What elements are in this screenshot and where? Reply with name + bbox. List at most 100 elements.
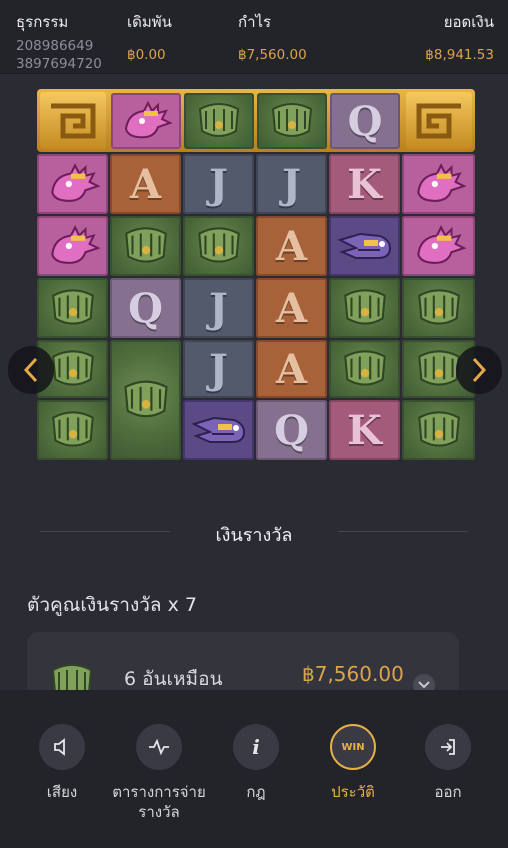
symbol-totem (110, 216, 181, 276)
game-history-screen: ธุรกรรม 208986649 3897694720 เดิมพัน ฿0.… (0, 0, 508, 848)
totem-mask-icon (343, 350, 386, 386)
symbol-label: K (347, 406, 382, 454)
nav-sound[interactable]: เสียง (12, 724, 112, 802)
quetzal-head-icon (124, 100, 173, 139)
next-spin-button[interactable] (456, 346, 502, 394)
serpent-head-icon (336, 232, 391, 259)
totem-mask-icon (197, 227, 240, 263)
previous-spin-button[interactable] (8, 346, 54, 394)
symbol-quetzal (37, 216, 108, 276)
symbol-letter-j: J (183, 278, 254, 338)
symbol-label: A (275, 345, 308, 393)
symbol-label: K (347, 160, 382, 208)
prize-title: เงินรางวัล (215, 525, 293, 546)
nav-label: ตารางการจ่าย รางวัล (112, 783, 206, 821)
info-icon: i (233, 724, 279, 770)
nav-label: ออก (434, 783, 462, 801)
symbol-letter-k: K (329, 400, 400, 460)
serpent-head-icon (190, 416, 245, 443)
symbol-letter-j: J (256, 154, 327, 214)
quetzal-head-icon (50, 225, 101, 264)
transaction-label: ธุรกรรม (16, 13, 69, 31)
nav-history[interactable]: WIN ประวัติ (303, 724, 403, 802)
symbol-letter-q: Q (256, 400, 327, 460)
symbol-label: J (209, 160, 228, 208)
symbol-label: A (275, 222, 308, 270)
symbol-letter-k: K (329, 154, 400, 214)
chevron-left-icon (23, 357, 38, 383)
chevron-right-icon (472, 357, 487, 383)
symbol-totem (402, 400, 475, 460)
symbol-letter-a: A (256, 216, 327, 276)
transaction-header: ธุรกรรม 208986649 3897694720 เดิมพัน ฿0.… (0, 0, 508, 74)
totem-mask-icon (198, 103, 240, 137)
symbol-letter-a: A (256, 278, 327, 338)
symbol-letter-a: A (256, 340, 327, 398)
profit-column: กำไร ฿7,560.00 (238, 10, 307, 63)
profit-value: ฿7,560.00 (238, 47, 307, 63)
symbol-label: A (129, 160, 162, 208)
symbol-serpent (183, 400, 254, 460)
prize-multiplier: ตัวคูณเงินรางวัล x 7 (27, 594, 197, 616)
right-meander-ornament-icon (406, 92, 472, 149)
nav-rules[interactable]: i กฎ (206, 724, 306, 802)
totem-mask-icon (51, 289, 94, 325)
nav-label: กฎ (246, 783, 266, 801)
nav-exit[interactable]: ออก (398, 724, 498, 802)
transaction-id-2: 3897694720 (16, 56, 102, 72)
totem-mask-icon (417, 289, 460, 325)
chevron-down-icon (418, 681, 430, 689)
totem-mask-icon (51, 350, 94, 386)
symbol-totem (402, 278, 475, 338)
totem-mask-icon (124, 227, 167, 263)
profit-label: กำไร (238, 13, 272, 31)
symbol-label: Q (347, 97, 383, 145)
totem-mask-icon (271, 103, 313, 137)
paytable-icon (136, 724, 182, 770)
balance-value: ฿8,941.53 (425, 47, 494, 63)
nav-label: ประวัติ (331, 783, 375, 801)
symbol-totem (329, 340, 400, 398)
win-icon-text: WIN (341, 741, 365, 753)
symbol-totem-tall (110, 340, 181, 460)
symbol-quetzal (111, 93, 181, 149)
symbol-label: J (209, 345, 228, 393)
bet-label: เดิมพัน (127, 13, 172, 31)
win-amount: ฿7,560.00 (302, 662, 404, 686)
balance-label: ยอดเงิน (443, 13, 494, 31)
symbol-totem (183, 216, 254, 276)
symbol-label: J (282, 160, 301, 208)
symbol-label: J (209, 284, 228, 332)
symbol-letter-j: J (183, 340, 254, 398)
bottom-navigation: เสียง ตารางการจ่าย รางวัล i กฎ WIN ประวั… (0, 690, 508, 848)
left-meander-ornament-icon (40, 92, 106, 149)
symbol-label: Q (274, 406, 309, 454)
symbol-quetzal (402, 216, 475, 276)
symbol-totem (257, 93, 327, 149)
win-history-icon: WIN (330, 724, 376, 770)
quetzal-head-icon (50, 163, 101, 202)
symbol-totem (184, 93, 254, 149)
totem-mask-icon (417, 411, 460, 447)
symbol-quetzal (37, 154, 108, 214)
symbol-totem (37, 400, 108, 460)
symbol-serpent (329, 216, 400, 276)
symbol-letter-q: Q (110, 278, 181, 338)
prize-section-header: เงินรางวัล (0, 518, 508, 546)
bet-column: เดิมพัน ฿0.00 (127, 10, 172, 63)
speaker-icon (39, 724, 85, 770)
quetzal-head-icon (416, 225, 467, 264)
symbol-letter-q: Q (330, 93, 400, 149)
symbol-quetzal (402, 154, 475, 214)
symbol-letter-j: J (183, 154, 254, 214)
symbol-totem (37, 278, 108, 338)
symbol-totem (329, 278, 400, 338)
transaction-id-1: 208986649 (16, 38, 94, 54)
quetzal-head-icon (416, 163, 467, 202)
exit-icon (425, 724, 471, 770)
slot-board: Q A Q J J J J A A A Q K K (37, 89, 475, 461)
totem-mask-icon (51, 411, 94, 447)
nav-paytable[interactable]: ตารางการจ่าย รางวัล (109, 724, 209, 822)
totem-mask-icon (343, 289, 386, 325)
symbol-label: A (275, 284, 308, 332)
